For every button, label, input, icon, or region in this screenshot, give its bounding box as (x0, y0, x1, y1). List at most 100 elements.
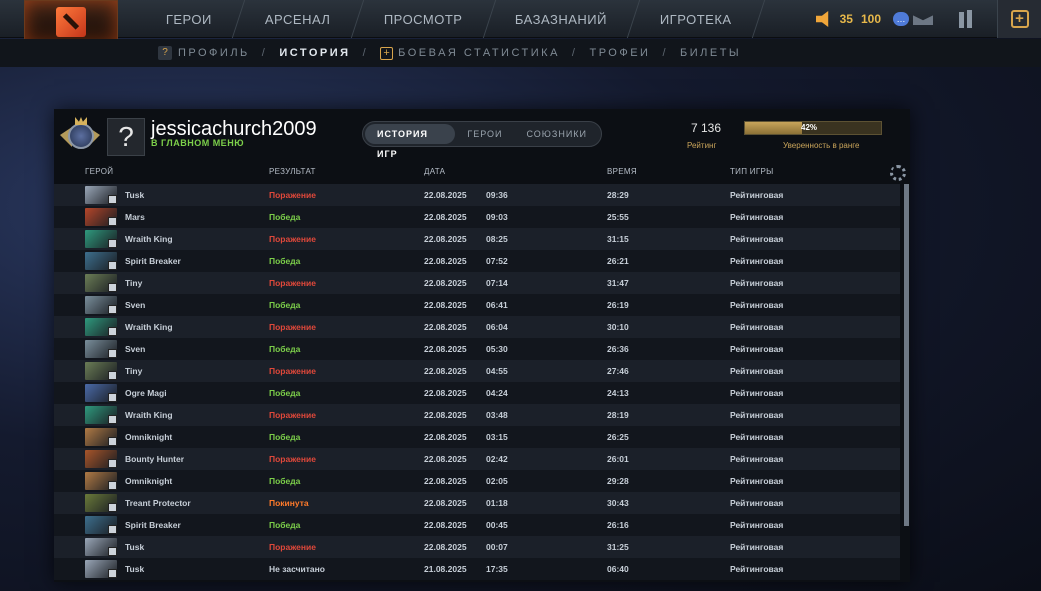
avatar[interactable]: ? (107, 118, 145, 156)
table-row[interactable]: Tiny Поражение 22.08.2025 07:14 31:47 Рейтинг… (54, 272, 900, 294)
header-result[interactable]: РЕЗУЛЬТАТ (269, 167, 316, 176)
nav-learn[interactable]: БАЗАЗНАНИЙ (483, 0, 641, 38)
question-icon: ? (158, 46, 172, 60)
table-row[interactable]: Spirit Breaker Победа 22.08.2025 07:52 26:21… (54, 250, 900, 272)
tab-match-history[interactable]: ИСТОРИЯ ИГР (365, 124, 456, 159)
subnav-tickets[interactable]: БИЛЕТЫ (680, 47, 741, 59)
table-row[interactable]: Treant Protector Покинута 22.08.2025 01:18 3… (54, 492, 900, 514)
table-row[interactable]: Omniknight Победа 22.08.2025 02:05 29:28 Рейт… (54, 470, 900, 492)
match-duration: 28:19 (607, 410, 629, 420)
game-type: Рейтинговая (730, 498, 784, 508)
table-row[interactable]: Omniknight Победа 22.08.2025 03:15 26:25 Рейт… (54, 426, 900, 448)
match-start-time: 04:24 (486, 388, 508, 398)
subnav-trophies[interactable]: ТРОФЕИ (589, 47, 650, 59)
dota-logo-button[interactable] (24, 0, 118, 44)
match-result: Поражение (269, 366, 316, 376)
nav-arcade[interactable]: ИГРОТЕКА (628, 0, 766, 38)
rank-confidence-bar: 42% (744, 121, 882, 135)
armory-icon[interactable] (957, 10, 975, 28)
match-date: 22.08.2025 (424, 498, 467, 508)
match-result: Победа (269, 476, 301, 486)
match-start-time: 02:05 (486, 476, 508, 486)
match-duration: 31:47 (607, 278, 629, 288)
subnav-trophies-label: ТРОФЕИ (589, 47, 651, 59)
role-badge-icon (108, 393, 117, 402)
header-hero[interactable]: ГЕРОЙ (85, 167, 113, 176)
hero-name: Bounty Hunter (125, 454, 185, 464)
subnav-history[interactable]: ИСТОРИЯ (279, 47, 350, 59)
hero-name: Tiny (125, 278, 143, 288)
game-type: Рейтинговая (730, 388, 784, 398)
subnav-stats[interactable]: + БОЕВАЯ СТАТИСТИКА (380, 46, 560, 60)
hero-portrait-icon (85, 296, 117, 314)
role-badge-icon (108, 503, 117, 512)
gear-icon[interactable] (889, 164, 906, 181)
table-row[interactable]: Spirit Breaker Победа 22.08.2025 00:45 26:16… (54, 514, 900, 536)
table-row[interactable]: Tusk Поражение 22.08.2025 00:07 31:25 Рейтинг… (54, 536, 900, 558)
game-type: Рейтинговая (730, 520, 784, 530)
hero-name: Wraith King (125, 410, 173, 420)
subnav-profile[interactable]: ? ПРОФИЛЬ (158, 46, 250, 60)
table-row[interactable]: Tusk Не засчитано 21.08.2025 17:35 06:40 Рейт… (54, 558, 900, 580)
table-row[interactable]: Wraith King Поражение 22.08.2025 06:04 30:10… (54, 316, 900, 338)
subnav-separator: / (362, 47, 369, 59)
tab-heroes[interactable]: ГЕРОИ (455, 124, 514, 144)
hero-name: Spirit Breaker (125, 520, 181, 530)
table-row[interactable]: Wraith King Поражение 22.08.2025 03:48 28:19… (54, 404, 900, 426)
game-type: Рейтинговая (730, 278, 784, 288)
match-date: 22.08.2025 (424, 520, 467, 530)
table-row[interactable]: Bounty Hunter Поражение 22.08.2025 02:42 26:… (54, 448, 900, 470)
chat-icon[interactable]: … (893, 12, 909, 26)
header-date[interactable]: ДАТА (424, 167, 445, 176)
match-start-time: 07:52 (486, 256, 508, 266)
subnav-profile-label: ПРОФИЛЬ (178, 47, 250, 59)
hero-name: Ogre Magi (125, 388, 167, 398)
rank-medal-icon[interactable] (60, 117, 100, 157)
role-badge-icon (108, 327, 117, 336)
match-duration: 26:01 (607, 454, 629, 464)
role-badge-icon (108, 217, 117, 226)
header-time[interactable]: ВРЕМЯ (607, 167, 637, 176)
hero-portrait-icon (85, 428, 117, 446)
hero-name: Omniknight (125, 476, 173, 486)
nav-heroes-label: ГЕРОИ (166, 11, 213, 27)
speaker-icon[interactable] (815, 11, 829, 27)
dota-plus-button[interactable]: + (997, 0, 1041, 38)
match-start-time: 00:07 (486, 542, 508, 552)
scrollbar[interactable] (904, 184, 909, 526)
nav-watch[interactable]: ПРОСМОТР (351, 0, 496, 38)
match-result: Поражение (269, 190, 316, 200)
match-result: Поражение (269, 410, 316, 420)
hero-portrait-icon (85, 186, 117, 204)
table-row[interactable]: Sven Победа 22.08.2025 06:41 26:19 Рейтингова… (54, 294, 900, 316)
hero-portrait-icon (85, 450, 117, 468)
match-duration: 28:29 (607, 190, 629, 200)
nav-heroes[interactable]: ГЕРОИ (133, 0, 246, 38)
role-badge-icon (108, 459, 117, 468)
table-row[interactable]: Ogre Magi Победа 22.08.2025 04:24 24:13 Рейти… (54, 382, 900, 404)
match-start-time: 07:14 (486, 278, 508, 288)
hero-name: Wraith King (125, 322, 173, 332)
nav-armory[interactable]: АРСЕНАЛ (232, 0, 364, 38)
rank-confidence-text: 42% (801, 123, 818, 132)
mail-icon[interactable] (913, 13, 933, 25)
game-type: Рейтинговая (730, 476, 784, 486)
match-result: Победа (269, 256, 301, 266)
match-duration: 25:55 (607, 212, 629, 222)
top-right-tray: 35 100 … + (815, 0, 1041, 38)
tab-allies[interactable]: СОЮЗНИКИ (514, 124, 599, 144)
rank-confidence-label: Уверенность в ранге (783, 141, 860, 150)
role-badge-icon (108, 525, 117, 534)
table-row[interactable]: Tusk Поражение 22.08.2025 09:36 28:29 Рейтинг… (54, 184, 900, 206)
header-game-type[interactable]: ТИП ИГРЫ (730, 167, 774, 176)
match-duration: 06:40 (607, 564, 629, 574)
match-start-time: 03:15 (486, 432, 508, 442)
hero-portrait-icon (85, 230, 117, 248)
table-row[interactable]: Wraith King Поражение 22.08.2025 08:25 31:15… (54, 228, 900, 250)
role-badge-icon (108, 305, 117, 314)
game-type: Рейтинговая (730, 322, 784, 332)
table-row[interactable]: Mars Победа 22.08.2025 09:03 25:55 Рейтингова… (54, 206, 900, 228)
table-row[interactable]: Tiny Поражение 22.08.2025 04:55 27:46 Рейтинг… (54, 360, 900, 382)
table-row[interactable]: Sven Победа 22.08.2025 05:30 26:36 Рейтингова… (54, 338, 900, 360)
subnav-stats-label: БОЕВАЯ СТАТИСТИКА (398, 47, 560, 59)
